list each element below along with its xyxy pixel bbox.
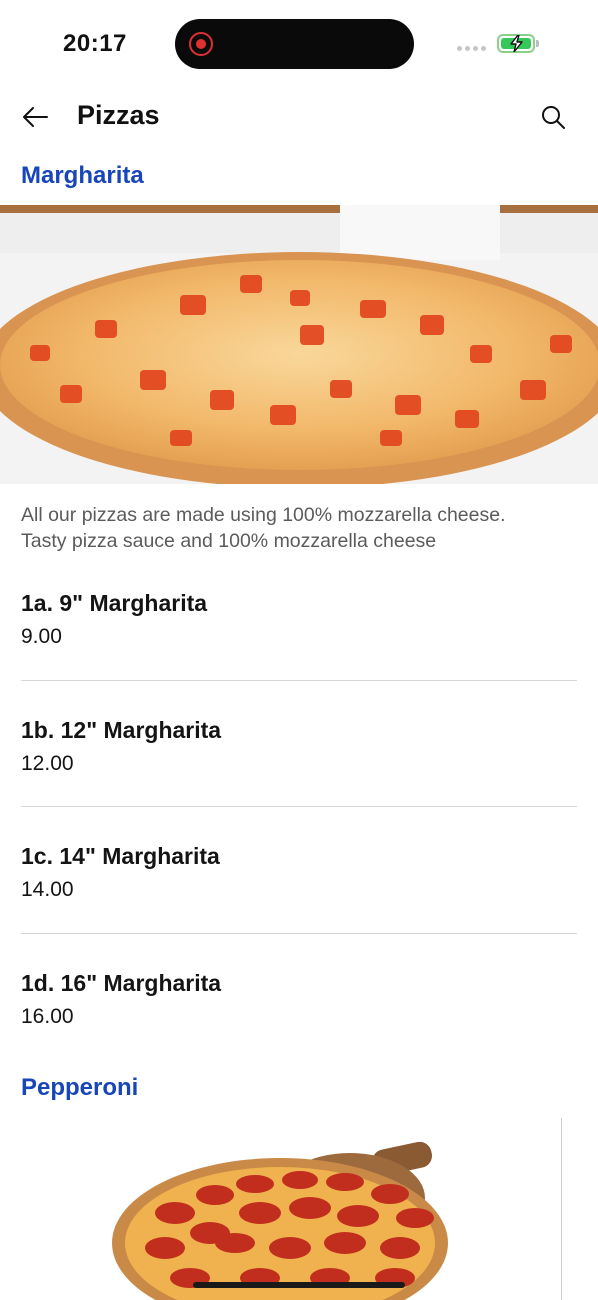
status-time: 20:17 [63, 30, 127, 57]
menu-item[interactable]: 1b. 12" Margharita 12.00 [21, 715, 577, 777]
scroll-track [561, 1118, 562, 1300]
search-icon [542, 106, 565, 129]
item-name: 1b. 12" Margharita [21, 717, 222, 743]
menu-item[interactable]: 1a. 9" Margharita 9.00 [21, 588, 577, 650]
pepperoni-image [0, 1118, 598, 1300]
arrow-left-icon [23, 107, 48, 127]
menu-item[interactable]: 1c. 14" Margharita 14.00 [21, 841, 577, 903]
battery-icon [497, 34, 535, 53]
section-description: All our pizzas are made using 100% mozza… [21, 502, 581, 554]
section-title-pepperoni: Pepperoni [21, 1074, 139, 1101]
item-price: 14.00 [21, 878, 74, 901]
home-indicator[interactable] [193, 1282, 405, 1288]
divider [21, 933, 577, 934]
search-button[interactable] [536, 100, 570, 134]
description-line-2: Tasty pizza sauce and 100% mozzarella ch… [21, 530, 437, 552]
item-price: 9.00 [21, 625, 62, 648]
signal-icon [457, 46, 486, 51]
status-bar: 20:17 [0, 0, 598, 90]
divider [21, 806, 577, 807]
menu-item[interactable]: 1d. 16" Margharita 16.00 [21, 968, 577, 1030]
back-button[interactable] [18, 100, 52, 134]
description-line-1: All our pizzas are made using 100% mozza… [21, 504, 506, 526]
battery-cap [536, 40, 539, 47]
section-title-margharita: Margharita [21, 162, 144, 189]
divider [21, 680, 577, 681]
margharita-image [0, 205, 598, 484]
item-price: 16.00 [21, 1005, 74, 1028]
recording-icon [189, 32, 213, 56]
dynamic-island [175, 19, 414, 69]
item-name: 1c. 14" Margharita [21, 843, 220, 869]
app-header: Pizzas [0, 90, 598, 146]
item-price: 12.00 [21, 752, 74, 775]
charging-bolt-icon [510, 35, 523, 52]
item-name: 1a. 9" Margharita [21, 590, 208, 616]
item-name: 1d. 16" Margharita [21, 970, 222, 996]
page-title: Pizzas [77, 100, 160, 130]
